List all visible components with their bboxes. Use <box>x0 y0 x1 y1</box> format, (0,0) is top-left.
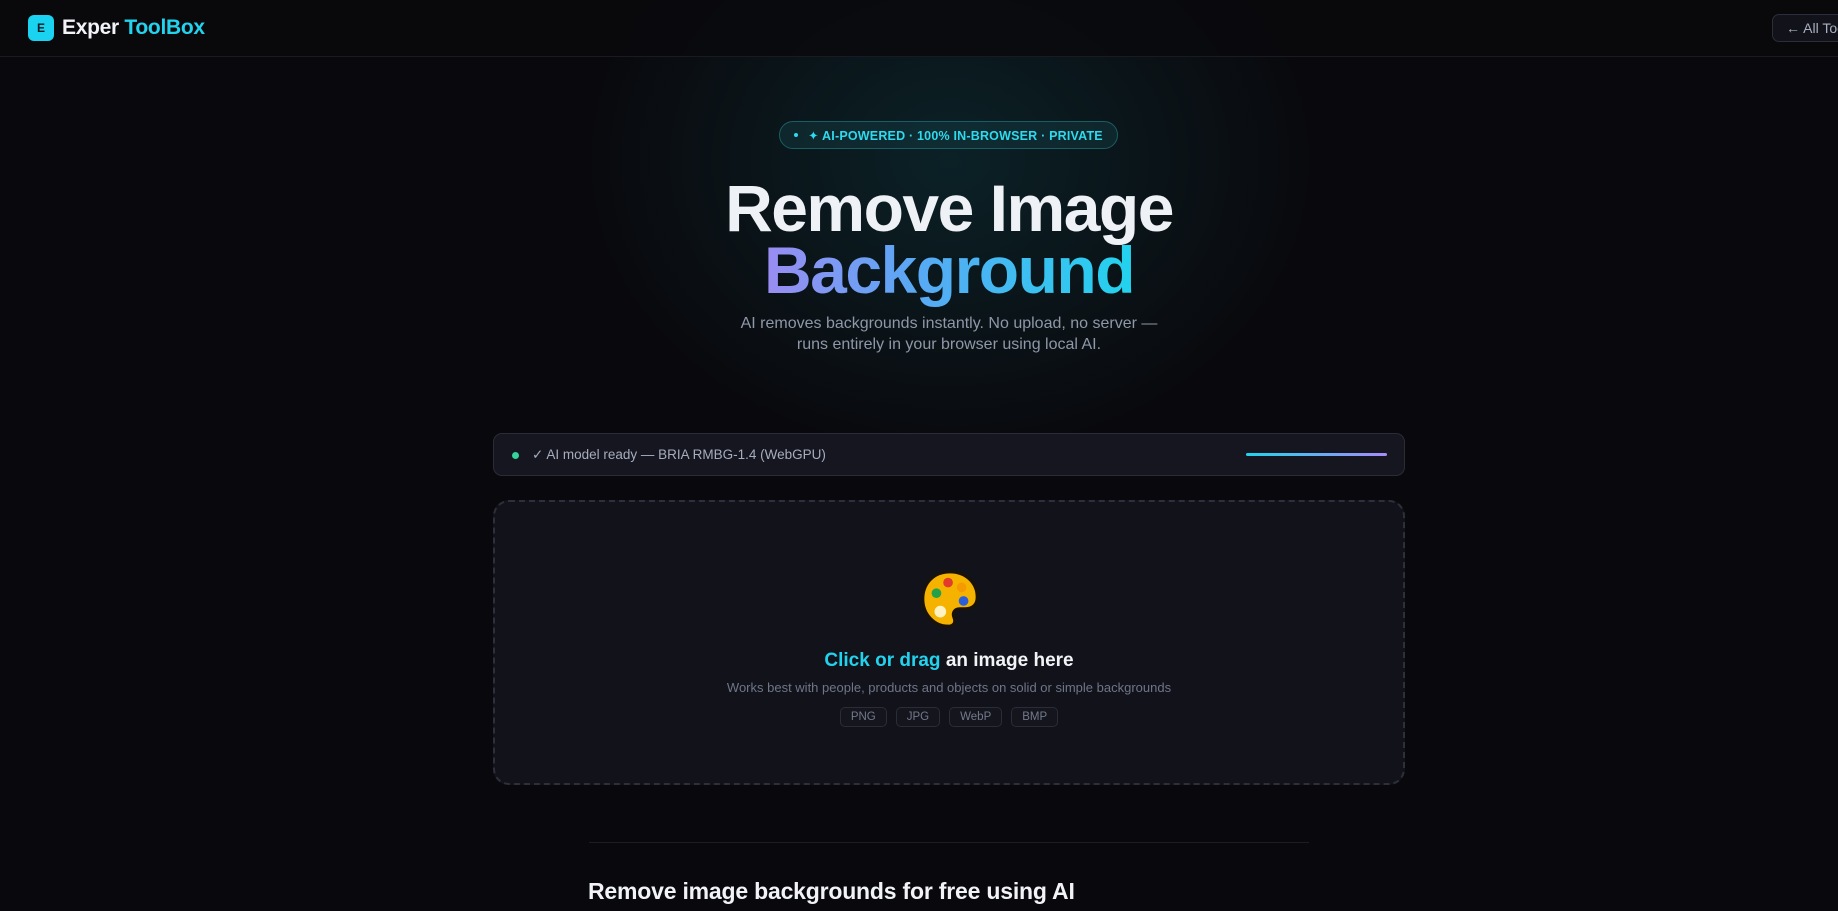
top-navbar: E Exper ToolBox ← All Tools <box>0 0 1838 57</box>
palette-icon <box>921 570 979 628</box>
brand-name-part1: Exper <box>62 16 119 39</box>
all-tools-button[interactable]: ← All Tools <box>1772 14 1838 42</box>
format-badge-jpg: JPG <box>895 707 941 727</box>
page-title-line2: Background <box>0 234 1838 306</box>
format-badge-png: PNG <box>839 707 887 727</box>
section-divider <box>589 842 1309 843</box>
feature-badge: ✦ AI-POWERED · 100% IN-BROWSER · PRIVATE <box>779 121 1118 149</box>
section-heading: Remove image backgrounds for free using … <box>588 878 1075 904</box>
dropzone-title-accent[interactable]: Click or drag <box>824 650 940 671</box>
page-title-gradient-text: Background <box>763 233 1136 307</box>
dropzone-title: Click or drag an image here <box>495 650 1403 672</box>
format-badge-bmp: BMP <box>1011 707 1059 727</box>
model-load-progress <box>1246 453 1387 456</box>
model-status-text: ✓ AI model ready — BRIA RMBG-1.4 (WebGPU… <box>532 447 826 462</box>
supported-formats: PNG JPG WebP BMP <box>495 707 1403 727</box>
feature-badge-text: ✦ AI-POWERED · 100% IN-BROWSER · PRIVATE <box>808 128 1103 143</box>
dropzone-subtitle: Works best with people, products and obj… <box>726 680 1172 695</box>
image-dropzone[interactable]: Click or drag an image here Works best w… <box>493 500 1405 785</box>
badge-dot-icon <box>794 133 799 137</box>
model-status-bar: ✓ AI model ready — BRIA RMBG-1.4 (WebGPU… <box>493 433 1405 476</box>
status-indicator-icon <box>512 452 519 459</box>
logo-icon[interactable]: E <box>28 15 54 41</box>
brand-name-part2: ToolBox <box>124 16 205 39</box>
format-badge-webp: WebP <box>949 707 1003 727</box>
model-load-progress-fill <box>1246 453 1387 456</box>
brand-name[interactable]: Exper ToolBox <box>62 16 205 40</box>
dropzone-title-rest: an image here <box>940 650 1074 671</box>
page-subtitle: AI removes backgrounds instantly. No upl… <box>740 315 1158 353</box>
